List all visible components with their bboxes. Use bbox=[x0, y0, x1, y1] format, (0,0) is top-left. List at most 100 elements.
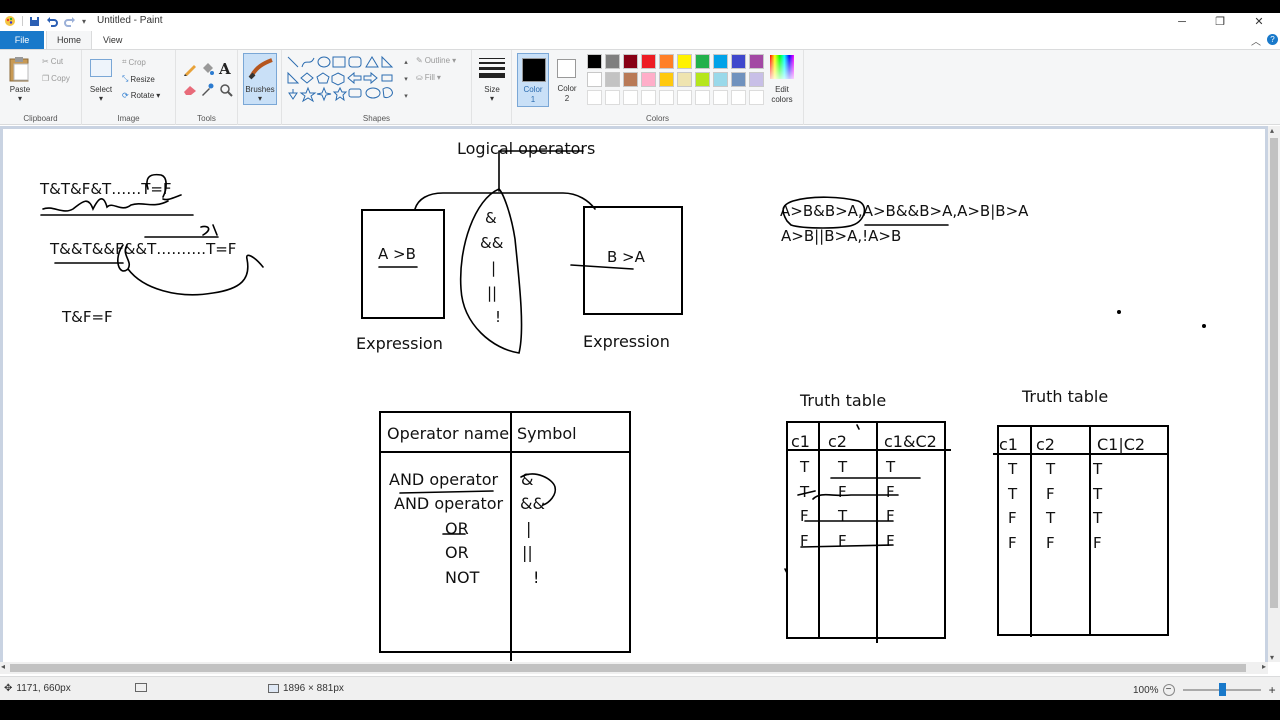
edit-colors-label-2[interactable]: colors bbox=[766, 95, 798, 104]
horizontal-scrollbar[interactable]: ◂ ▸ bbox=[0, 662, 1268, 674]
color-swatch[interactable] bbox=[731, 90, 746, 105]
color-swatch[interactable] bbox=[749, 54, 764, 69]
color-swatch[interactable] bbox=[677, 90, 692, 105]
color-swatch[interactable] bbox=[713, 72, 728, 87]
color2-button[interactable]: Color 2 bbox=[552, 53, 582, 107]
truth-and-col-divider bbox=[818, 421, 820, 639]
fill-button[interactable]: ⛀ Fill ▾ bbox=[416, 73, 441, 82]
text-tool-icon[interactable]: A bbox=[219, 60, 231, 78]
color-swatch[interactable] bbox=[605, 72, 620, 87]
scroll-down-icon[interactable]: ▾ bbox=[1270, 653, 1274, 662]
eraser-icon[interactable] bbox=[183, 84, 197, 96]
op-table-header-symbol: Symbol bbox=[517, 424, 577, 443]
color-swatch[interactable] bbox=[659, 72, 674, 87]
rotate-button[interactable]: ⟳ Rotate ▾ bbox=[122, 91, 160, 100]
redo-icon[interactable] bbox=[64, 16, 76, 27]
color-swatch[interactable] bbox=[695, 54, 710, 69]
color-swatch[interactable] bbox=[605, 54, 620, 69]
shapes-scroll[interactable]: ▴ ▾ ▾ bbox=[402, 54, 410, 104]
color-swatch[interactable] bbox=[641, 90, 656, 105]
crop-button[interactable]: ⌗ Crop bbox=[122, 57, 146, 67]
outline-button[interactable]: ✎ Outline ▾ bbox=[416, 56, 456, 65]
select-dropdown-icon[interactable]: ▾ bbox=[84, 94, 118, 103]
shapes-gallery[interactable] bbox=[286, 55, 404, 105]
select-label[interactable]: Select bbox=[84, 85, 118, 94]
truth-cell: F bbox=[1008, 533, 1017, 552]
color-swatch[interactable] bbox=[587, 72, 602, 87]
image-group: Select ▾ ⌗ Crop ⤡ Resize ⟳ Rotate ▾ Image bbox=[82, 50, 176, 125]
scroll-left-icon[interactable]: ◂ bbox=[1, 662, 5, 671]
truth-header-cell: c1 bbox=[791, 432, 810, 451]
color-swatch[interactable] bbox=[587, 90, 602, 105]
paste-icon[interactable] bbox=[9, 56, 31, 82]
bottom-black-bar bbox=[0, 700, 1280, 720]
zoom-slider[interactable] bbox=[1182, 683, 1261, 696]
color1-button[interactable]: Color 1 bbox=[517, 53, 549, 107]
color-swatch[interactable] bbox=[749, 72, 764, 87]
truth-cell: T bbox=[1008, 460, 1018, 478]
color-swatch[interactable] bbox=[677, 72, 692, 87]
ribbon-tabs: File Home View ︿ ? bbox=[0, 31, 1280, 49]
zoom-out-icon[interactable]: − bbox=[1162, 684, 1175, 696]
paste-dropdown-icon[interactable]: ▾ bbox=[4, 94, 36, 103]
vertical-scroll-thumb[interactable] bbox=[1270, 138, 1278, 608]
minimize-button[interactable]: ─ bbox=[1163, 13, 1201, 31]
color-swatch[interactable] bbox=[641, 72, 656, 87]
scroll-right-icon[interactable]: ▸ bbox=[1262, 662, 1266, 671]
close-button[interactable]: ✕ bbox=[1240, 13, 1278, 31]
edit-colors-icon[interactable] bbox=[770, 55, 794, 79]
save-icon[interactable] bbox=[29, 16, 40, 27]
tab-view[interactable]: View bbox=[93, 31, 132, 49]
color-swatch[interactable] bbox=[605, 90, 620, 105]
size-label[interactable]: Size bbox=[474, 85, 510, 94]
color-swatch[interactable] bbox=[641, 54, 656, 69]
undo-icon[interactable] bbox=[46, 16, 58, 27]
zoom-slider-thumb[interactable] bbox=[1218, 683, 1226, 696]
magnifier-icon[interactable] bbox=[219, 83, 233, 97]
tab-file[interactable]: File bbox=[0, 31, 44, 49]
copy-button[interactable]: ❐ Copy bbox=[42, 74, 70, 83]
horizontal-scroll-thumb[interactable] bbox=[10, 664, 1246, 672]
color-swatch[interactable] bbox=[713, 90, 728, 105]
resize-button[interactable]: ⤡ Resize bbox=[122, 74, 155, 84]
paint-app-icon bbox=[5, 16, 15, 26]
cut-button[interactable]: ✂ Cut bbox=[42, 57, 63, 66]
scroll-up-icon[interactable]: ▴ bbox=[1270, 126, 1274, 135]
help-icon[interactable]: ? bbox=[1267, 34, 1278, 45]
note-expressions-2: A>B||B>A,!A>B bbox=[781, 227, 902, 245]
rotate-dropdown-icon: ▾ bbox=[156, 91, 161, 100]
fill-bucket-icon[interactable] bbox=[200, 62, 214, 76]
color-swatch[interactable] bbox=[713, 54, 728, 69]
truth-header-cell: c1 bbox=[999, 435, 1018, 454]
color-swatch[interactable] bbox=[659, 54, 674, 69]
rotate-icon: ⟳ bbox=[122, 91, 129, 100]
size-dropdown-icon[interactable]: ▾ bbox=[474, 94, 510, 103]
color-swatch[interactable] bbox=[749, 90, 764, 105]
color-swatch[interactable] bbox=[695, 72, 710, 87]
cut-label: Cut bbox=[50, 57, 64, 66]
pencil-icon[interactable] bbox=[183, 62, 197, 76]
color-picker-icon[interactable] bbox=[200, 83, 214, 97]
customize-qa-icon[interactable]: ▾ bbox=[82, 17, 86, 26]
tab-home[interactable]: Home bbox=[46, 31, 93, 49]
size-icon[interactable] bbox=[479, 58, 505, 78]
color-swatch[interactable] bbox=[659, 90, 674, 105]
drawing-canvas[interactable]: T&T&F&T……T=F T&&T&&F&&T……….T=F T&F=F Log… bbox=[3, 129, 1265, 662]
color-swatch[interactable] bbox=[623, 54, 638, 69]
paste-label[interactable]: Paste bbox=[4, 85, 36, 94]
color-swatch[interactable] bbox=[731, 72, 746, 87]
color-swatch[interactable] bbox=[731, 54, 746, 69]
select-icon[interactable] bbox=[90, 59, 112, 77]
shapes-group-label: Shapes bbox=[362, 114, 391, 123]
color-swatch[interactable] bbox=[587, 54, 602, 69]
color-swatch[interactable] bbox=[623, 90, 638, 105]
color-swatch[interactable] bbox=[695, 90, 710, 105]
color-swatch[interactable] bbox=[677, 54, 692, 69]
quick-access-toolbar: ▾ bbox=[4, 15, 86, 27]
vertical-scrollbar[interactable]: ▴ ▾ bbox=[1268, 126, 1280, 662]
zoom-in-icon[interactable]: + bbox=[1269, 683, 1276, 697]
edit-colors-label[interactable]: Edit bbox=[766, 85, 798, 94]
collapse-ribbon-icon[interactable]: ︿ bbox=[1251, 33, 1261, 48]
maximize-button[interactable]: ❐ bbox=[1201, 13, 1239, 31]
color-swatch[interactable] bbox=[623, 72, 638, 87]
